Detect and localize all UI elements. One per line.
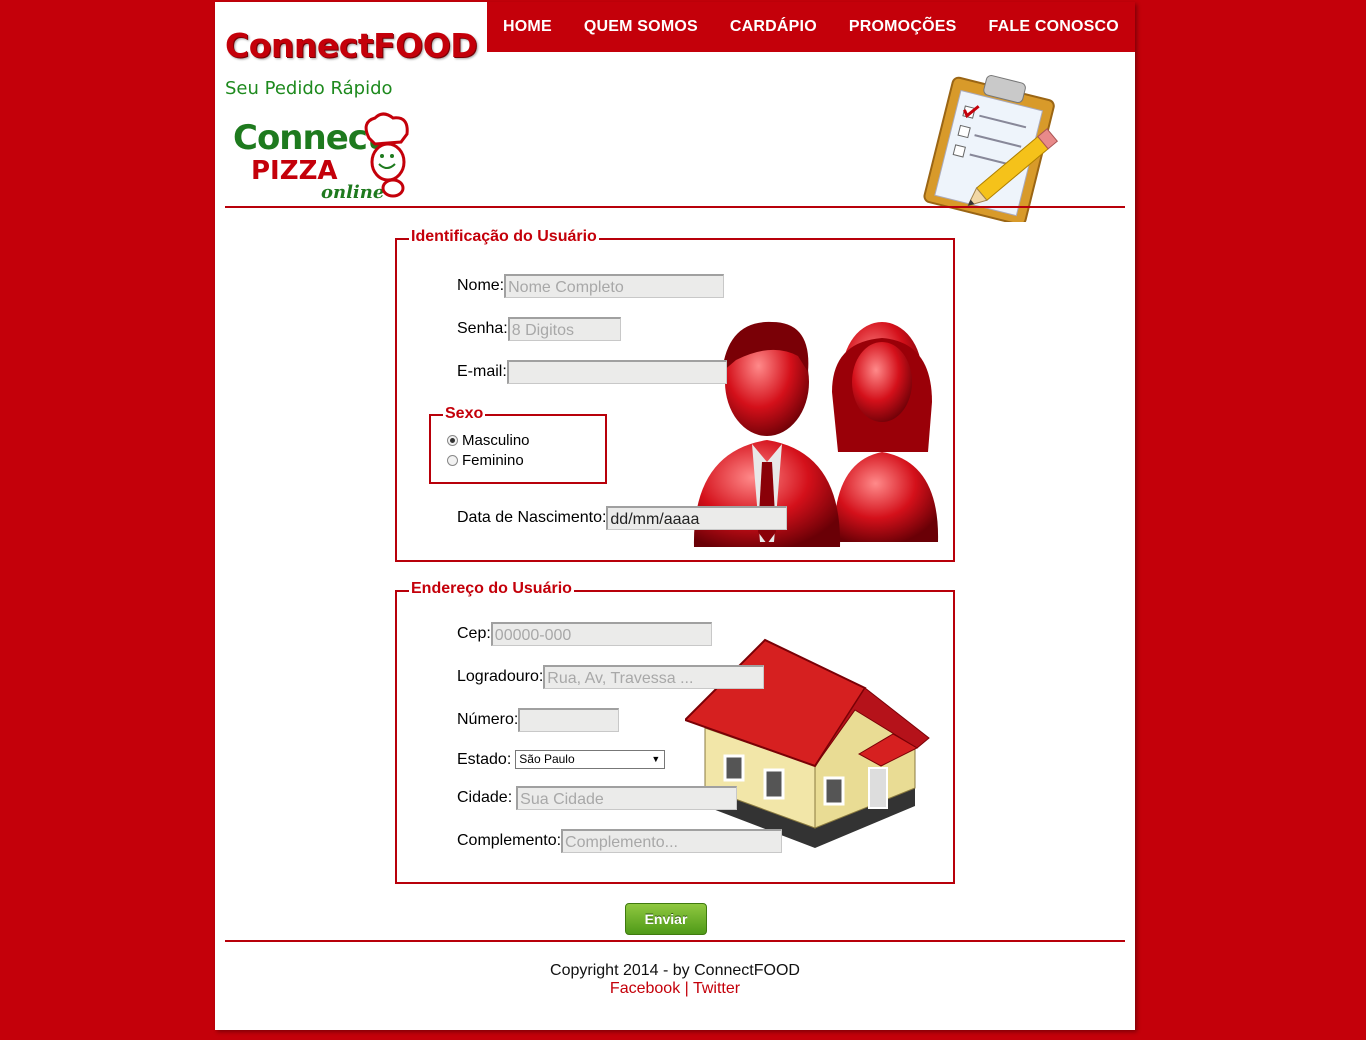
email-input[interactable]	[506, 360, 727, 384]
sexo-legend: Sexo	[443, 405, 486, 423]
cidade-row: Cidade: Sua Cidade	[457, 786, 738, 810]
nav-fale-conosco[interactable]: FALE CONOSCO	[989, 18, 1119, 36]
cidade-input[interactable]: Sua Cidade	[516, 786, 738, 810]
senha-input[interactable]: 8 Digitos	[507, 317, 621, 341]
nascimento-label: Data de Nascimento:	[457, 509, 607, 526]
sexo-option-masculino[interactable]: Masculino	[447, 432, 530, 449]
main-nav: HOME QUEM SOMOS CARDÁPIO PROMOÇÕES FALE …	[487, 2, 1135, 52]
nav-promocoes[interactable]: PROMOÇÕES	[849, 18, 957, 36]
nome-input[interactable]: Nome Completo	[504, 274, 725, 298]
sexo-fieldset: Sexo Masculino Feminino	[429, 405, 607, 484]
page-container: HOME QUEM SOMOS CARDÁPIO PROMOÇÕES FALE …	[215, 2, 1135, 1030]
cep-label: Cep:	[457, 625, 491, 642]
enviar-button[interactable]: Enviar	[625, 903, 707, 935]
complemento-row: Complemento: Complemento...	[457, 829, 783, 853]
logradouro-label: Logradouro:	[457, 668, 544, 685]
footer-links: Facebook | Twitter	[215, 980, 1135, 998]
chef-icon	[364, 112, 409, 198]
header-divider	[225, 206, 1125, 208]
clipboard-icon	[923, 75, 1059, 222]
sexo-option-feminino[interactable]: Feminino	[447, 452, 524, 469]
email-label: E-mail:	[457, 363, 507, 380]
logradouro-row: Logradouro: Rua, Av, Travessa ...	[457, 665, 765, 689]
nav-cardapio[interactable]: CARDÁPIO	[730, 18, 817, 36]
identificacao-fieldset: Identificação do Usuário Nome: Nome Comp…	[395, 228, 955, 562]
estado-row: Estado: São Paulo ▼	[457, 750, 666, 769]
endereco-fieldset: Endereço do Usuário Cep: 00000-000 Logra…	[395, 580, 955, 884]
senha-label: Senha:	[457, 320, 508, 337]
nome-row: Nome: Nome Completo	[457, 274, 725, 298]
estado-selected-value: São Paulo	[519, 752, 575, 766]
estado-select[interactable]: São Paulo ▼	[515, 750, 666, 769]
radio-masculino[interactable]	[447, 435, 458, 446]
facebook-link[interactable]: Facebook	[610, 980, 680, 997]
estado-label: Estado:	[457, 750, 512, 768]
senha-row: Senha: 8 Digitos	[457, 317, 621, 341]
logradouro-input[interactable]: Rua, Av, Travessa ...	[543, 665, 765, 689]
nascimento-input[interactable]: dd/mm/aaaa	[606, 506, 788, 530]
complemento-input[interactable]: Complemento...	[561, 829, 783, 853]
email-row: E-mail:	[457, 360, 727, 384]
connect-pizza-logo: Connect PIZZA online	[229, 112, 419, 206]
endereco-legend: Endereço do Usuário	[409, 580, 574, 598]
identificacao-legend: Identificação do Usuário	[409, 228, 599, 246]
nav-home[interactable]: HOME	[503, 18, 552, 36]
cep-input[interactable]: 00000-000	[490, 622, 712, 646]
radio-feminino[interactable]	[447, 455, 458, 466]
numero-input[interactable]	[518, 708, 620, 732]
cep-row: Cep: 00000-000	[457, 622, 712, 646]
complemento-label: Complemento:	[457, 832, 562, 849]
footer-divider	[225, 940, 1125, 942]
chevron-down-icon: ▼	[651, 754, 661, 764]
numero-label: Número:	[457, 711, 519, 728]
brand-title: ConnectFOOD	[225, 26, 478, 65]
nascimento-row: Data de Nascimento: dd/mm/aaaa	[457, 506, 788, 530]
masculino-label: Masculino	[462, 432, 530, 449]
nav-quem-somos[interactable]: QUEM SOMOS	[584, 18, 698, 36]
nome-label: Nome:	[457, 277, 505, 294]
cidade-label: Cidade:	[457, 789, 513, 806]
numero-row: Número:	[457, 708, 620, 732]
footer-copyright: Copyright 2014 - by ConnectFOOD	[550, 962, 800, 979]
twitter-link[interactable]: Twitter	[693, 980, 740, 997]
brand-tagline: Seu Pedido Rápido	[225, 78, 393, 99]
feminino-label: Feminino	[462, 452, 524, 469]
footer-separator: |	[684, 980, 689, 997]
